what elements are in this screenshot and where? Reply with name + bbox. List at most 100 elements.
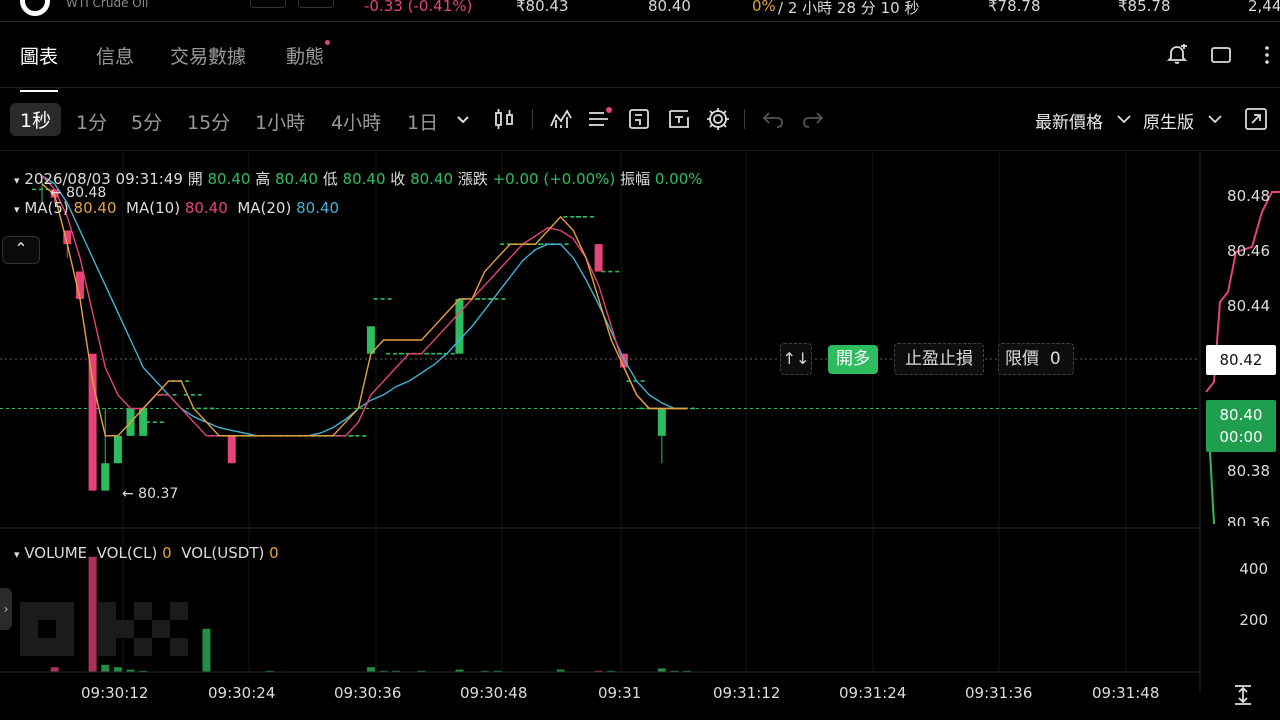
ticker-strip: WTI Crude Oil -0.33 (-0.41%) ₹80.43 80.4… bbox=[0, 0, 1280, 22]
tab-info[interactable]: 信息 bbox=[96, 42, 134, 69]
price-type-select[interactable]: 最新價格 bbox=[1035, 108, 1103, 133]
collapse-legend-button[interactable]: ⌃ bbox=[2, 236, 40, 264]
time-tick: 09:30:12 bbox=[81, 684, 149, 702]
ma10-value: 80.40 bbox=[184, 199, 228, 217]
timeframe-15m[interactable]: 15分 bbox=[187, 108, 230, 135]
timeframe-1h[interactable]: 1小時 bbox=[255, 108, 305, 135]
price-type-chevron-icon[interactable] bbox=[1114, 106, 1134, 132]
window-icon[interactable] bbox=[1210, 44, 1232, 66]
candle-body bbox=[101, 463, 110, 491]
timeframe-5m[interactable]: 5分 bbox=[131, 108, 162, 135]
volume-tick: 400 bbox=[1239, 560, 1268, 578]
timeframe-4h[interactable]: 4小時 bbox=[331, 108, 381, 135]
high-value: 80.40 bbox=[275, 170, 318, 188]
timeframe-more-chevron-icon[interactable] bbox=[452, 106, 474, 132]
swap-arrows-icon: ↑↓ bbox=[782, 349, 810, 368]
ticker-symbol: WTI Crude Oil bbox=[66, 0, 149, 10]
change-label: 漲跌 bbox=[457, 170, 488, 188]
volume-label: VOLUME bbox=[24, 544, 88, 562]
chart-area[interactable]: ▾ 2026/08/03 09:31:49 開 80.40 高 80.40 低 … bbox=[0, 152, 1280, 720]
ohlc-legend: ▾ 2026/08/03 09:31:49 開 80.40 高 80.40 低 … bbox=[14, 170, 703, 188]
high-marker: ← 80.48 bbox=[50, 185, 107, 201]
undo-icon[interactable] bbox=[760, 106, 786, 132]
trade-on-chart-icon[interactable] bbox=[626, 106, 652, 132]
order-price-label: 80.42 bbox=[1206, 345, 1276, 375]
open-long-button[interactable]: 開多 bbox=[828, 345, 878, 374]
timeframe-1s[interactable]: 1秒 bbox=[10, 103, 62, 136]
add-alert-icon[interactable] bbox=[1166, 44, 1188, 66]
volume-bar bbox=[657, 668, 666, 672]
candlestick-type-icon[interactable] bbox=[492, 106, 518, 132]
price-tick: 80.46 bbox=[1227, 242, 1270, 260]
time-tick: 09:30:48 bbox=[460, 684, 528, 702]
price-tick: 80.44 bbox=[1227, 297, 1270, 315]
time-tick: 09:31:12 bbox=[713, 684, 781, 702]
open-value: 80.40 bbox=[207, 170, 251, 188]
candle-body bbox=[657, 408, 666, 436]
ma20-label: MA(20) bbox=[237, 199, 292, 217]
chart-style-select[interactable]: 原生版 bbox=[1143, 108, 1194, 133]
candle-countdown: 00:00 bbox=[1219, 428, 1263, 446]
funding-rate: 0% bbox=[752, 0, 776, 15]
time-tick: 09:30:24 bbox=[208, 684, 276, 702]
price-trail-up bbox=[1209, 451, 1215, 525]
order-on-chart-icon[interactable] bbox=[666, 106, 692, 132]
indicators-icon[interactable] bbox=[548, 106, 574, 132]
vol-cl-value: 0 bbox=[162, 544, 172, 562]
volume-tick: 200 bbox=[1239, 611, 1268, 629]
order-direction-button[interactable]: ↑↓ bbox=[780, 343, 812, 375]
tab-activity[interactable]: 動態 bbox=[286, 40, 331, 69]
low-label: 低 bbox=[322, 170, 338, 188]
tab-trading-data[interactable]: 交易數據 bbox=[170, 42, 246, 69]
vol-usdt-value: 0 bbox=[269, 544, 279, 562]
current-price: 80.40 bbox=[1219, 406, 1263, 424]
amplitude-label: 振幅 bbox=[620, 170, 651, 188]
notification-dot bbox=[325, 40, 331, 45]
volume-bar bbox=[366, 667, 375, 672]
candle-body bbox=[366, 326, 375, 354]
auto-scale-icon[interactable] bbox=[1232, 684, 1254, 706]
change-value: +0.00 (+0.00%) bbox=[492, 170, 616, 188]
take-profit-stop-loss-button[interactable]: 止盈止損 bbox=[894, 343, 984, 375]
ma10-label: MA(10) bbox=[126, 199, 181, 217]
chart-toolbar: 1秒 1分 5分 15分 1小時 4小時 1日 最新價格 原生版 bbox=[0, 89, 1280, 151]
info-button[interactable] bbox=[298, 0, 334, 8]
ticker-value-4: ₹85.78 bbox=[1118, 0, 1171, 15]
candle-body bbox=[113, 435, 122, 464]
fullscreen-icon[interactable] bbox=[1243, 106, 1269, 132]
ticker-value-3: ₹78.78 bbox=[988, 0, 1041, 15]
current-price-box: 80.40 00:00 bbox=[1206, 400, 1276, 452]
ma5-label: MA(5) bbox=[24, 199, 69, 217]
favorite-button[interactable] bbox=[250, 0, 286, 8]
timeframe-1d[interactable]: 1日 bbox=[407, 108, 438, 135]
high-label: 高 bbox=[255, 170, 271, 188]
toolbar-divider bbox=[532, 109, 533, 129]
drawing-list-icon[interactable] bbox=[586, 106, 612, 132]
amplitude-value: 0.00% bbox=[654, 170, 703, 188]
ma20-value: 80.40 bbox=[296, 199, 340, 217]
vol-usdt-label: VOL(USDT) bbox=[181, 544, 265, 562]
section-tabs: 圖表 信息 交易數據 動態 bbox=[0, 24, 1280, 92]
limit-order-box[interactable]: 限價 0 bbox=[998, 343, 1074, 375]
price-tick: 80.48 bbox=[1227, 187, 1270, 205]
timeframe-1m[interactable]: 1分 bbox=[76, 108, 107, 135]
ticker-value-1: ₹80.43 bbox=[516, 0, 569, 15]
more-menu-icon[interactable] bbox=[1262, 44, 1272, 66]
limit-label: 限價 bbox=[1005, 349, 1039, 369]
close-label: 收 bbox=[390, 170, 406, 188]
low-marker: ← 80.37 bbox=[122, 486, 179, 502]
tab-activity-label: 動態 bbox=[286, 46, 325, 68]
expand-sidebar-button[interactable]: › bbox=[0, 588, 12, 630]
settings-gear-icon[interactable] bbox=[705, 106, 731, 132]
ma5-line bbox=[41, 183, 688, 437]
watermark-logo-icon bbox=[20, 602, 188, 656]
tab-chart[interactable]: 圖表 bbox=[20, 42, 59, 92]
candle-body bbox=[455, 298, 464, 354]
close-value: 80.40 bbox=[410, 170, 454, 188]
open-label: 開 bbox=[187, 170, 203, 188]
redo-icon[interactable] bbox=[800, 106, 826, 132]
chart-style-chevron-icon[interactable] bbox=[1205, 106, 1225, 132]
order-quantity: 0 bbox=[1049, 349, 1061, 369]
price-tick: 80.36 bbox=[1227, 514, 1270, 526]
asset-logo-icon bbox=[20, 0, 50, 16]
